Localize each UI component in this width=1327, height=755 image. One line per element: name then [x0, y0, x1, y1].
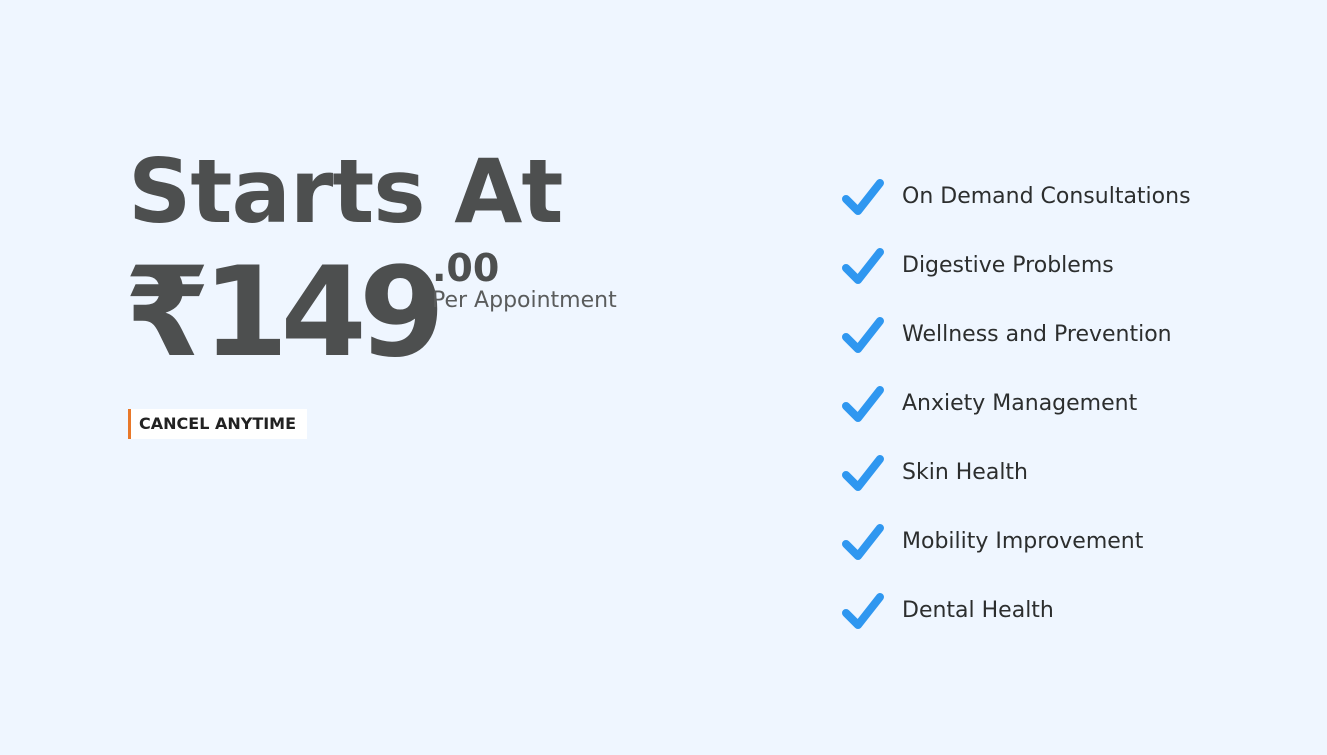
feature-label: On Demand Consultations — [902, 184, 1191, 209]
feature-list: On Demand Consultations Digestive Proble… — [840, 162, 1310, 645]
list-item: On Demand Consultations — [840, 162, 1310, 231]
cancel-anytime-badge: CANCEL ANYTIME — [128, 409, 307, 439]
feature-label: Digestive Problems — [902, 253, 1114, 278]
list-item: Mobility Improvement — [840, 507, 1310, 576]
price-value: 149 — [202, 241, 445, 385]
feature-label: Skin Health — [902, 460, 1028, 485]
checkmark-icon — [840, 520, 886, 564]
checkmark-icon — [840, 244, 886, 288]
pricing-block: Starts At ₹149 .00 Per Appointment CANCE… — [124, 140, 688, 439]
checkmark-icon — [840, 382, 886, 426]
checkmark-icon — [840, 589, 886, 633]
feature-label: Dental Health — [902, 598, 1054, 623]
list-item: Anxiety Management — [840, 369, 1310, 438]
currency-symbol: ₹ — [124, 241, 210, 385]
list-item: Digestive Problems — [840, 231, 1310, 300]
price-amount: ₹149 — [124, 248, 445, 378]
feature-label: Mobility Improvement — [902, 529, 1144, 554]
price-row: ₹149 .00 Per Appointment — [124, 248, 688, 378]
price-side: .00 Per Appointment — [432, 248, 617, 314]
checkmark-icon — [840, 175, 886, 219]
feature-label: Anxiety Management — [902, 391, 1138, 416]
pricing-headline: Starts At — [128, 140, 563, 243]
checkmark-icon — [840, 313, 886, 357]
list-item: Wellness and Prevention — [840, 300, 1310, 369]
list-item: Dental Health — [840, 576, 1310, 645]
price-unit: Per Appointment — [432, 288, 617, 313]
price-cents: .00 — [432, 246, 500, 290]
feature-label: Wellness and Prevention — [902, 322, 1172, 347]
list-item: Skin Health — [840, 438, 1310, 507]
checkmark-icon — [840, 451, 886, 495]
